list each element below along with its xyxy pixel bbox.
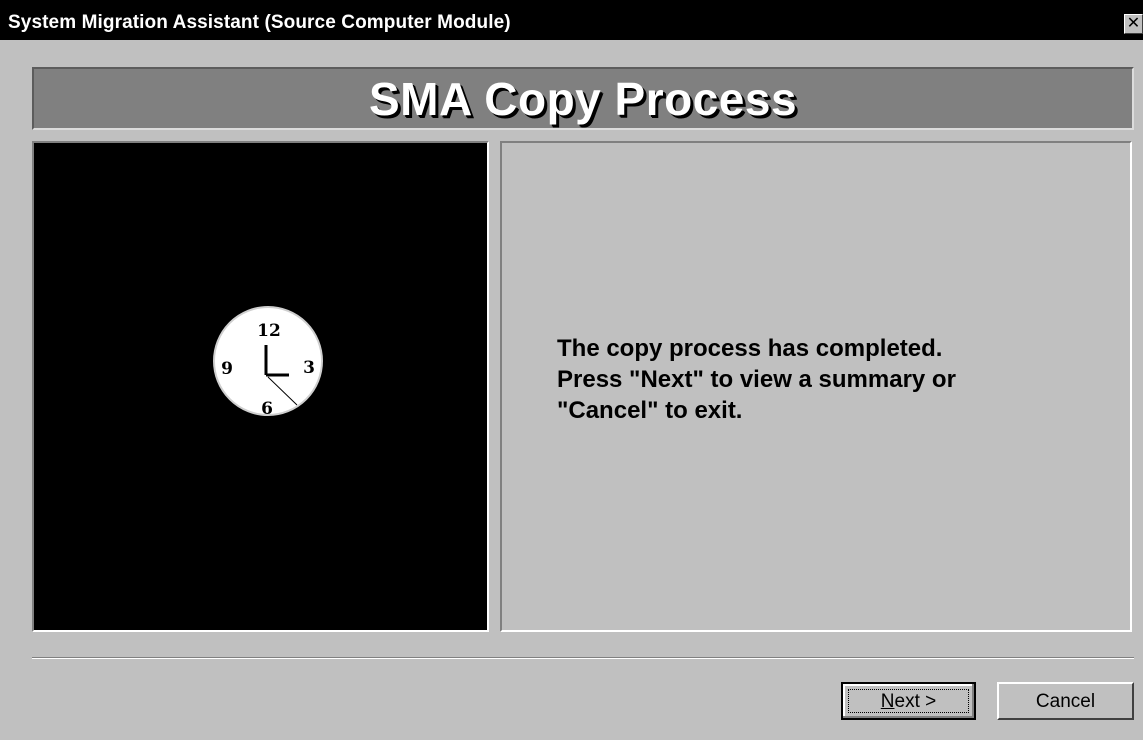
separator	[32, 657, 1134, 659]
clock-panel: 12 3 6 9	[32, 141, 489, 632]
title-bar: System Migration Assistant (Source Compu…	[0, 0, 1143, 40]
clock-numeral-6: 6	[261, 399, 273, 419]
message-line: "Cancel" to exit.	[557, 397, 743, 424]
clock-numeral-3: 3	[303, 358, 315, 378]
completion-message: The copy process has completed. Press "N…	[557, 333, 1097, 426]
close-button[interactable]: ✕	[1124, 14, 1143, 34]
window-title: System Migration Assistant (Source Compu…	[8, 12, 511, 33]
message-line: The copy process has completed.	[557, 335, 943, 362]
next-button[interactable]: Next >	[841, 682, 976, 720]
close-icon: ✕	[1126, 15, 1141, 32]
message-line: Press "Next" to view a summary or	[557, 366, 956, 393]
message-panel: The copy process has completed. Press "N…	[500, 141, 1132, 632]
page-title: SMA Copy Process	[368, 73, 798, 125]
clock-icon: 12 3 6 9	[213, 306, 323, 419]
clock-numeral-9: 9	[221, 359, 233, 379]
clock-numeral-12: 12	[257, 321, 281, 341]
next-button-label: Next >	[880, 691, 937, 712]
page-header: SMA Copy Process	[32, 67, 1134, 130]
cancel-button[interactable]: Cancel	[997, 682, 1134, 720]
